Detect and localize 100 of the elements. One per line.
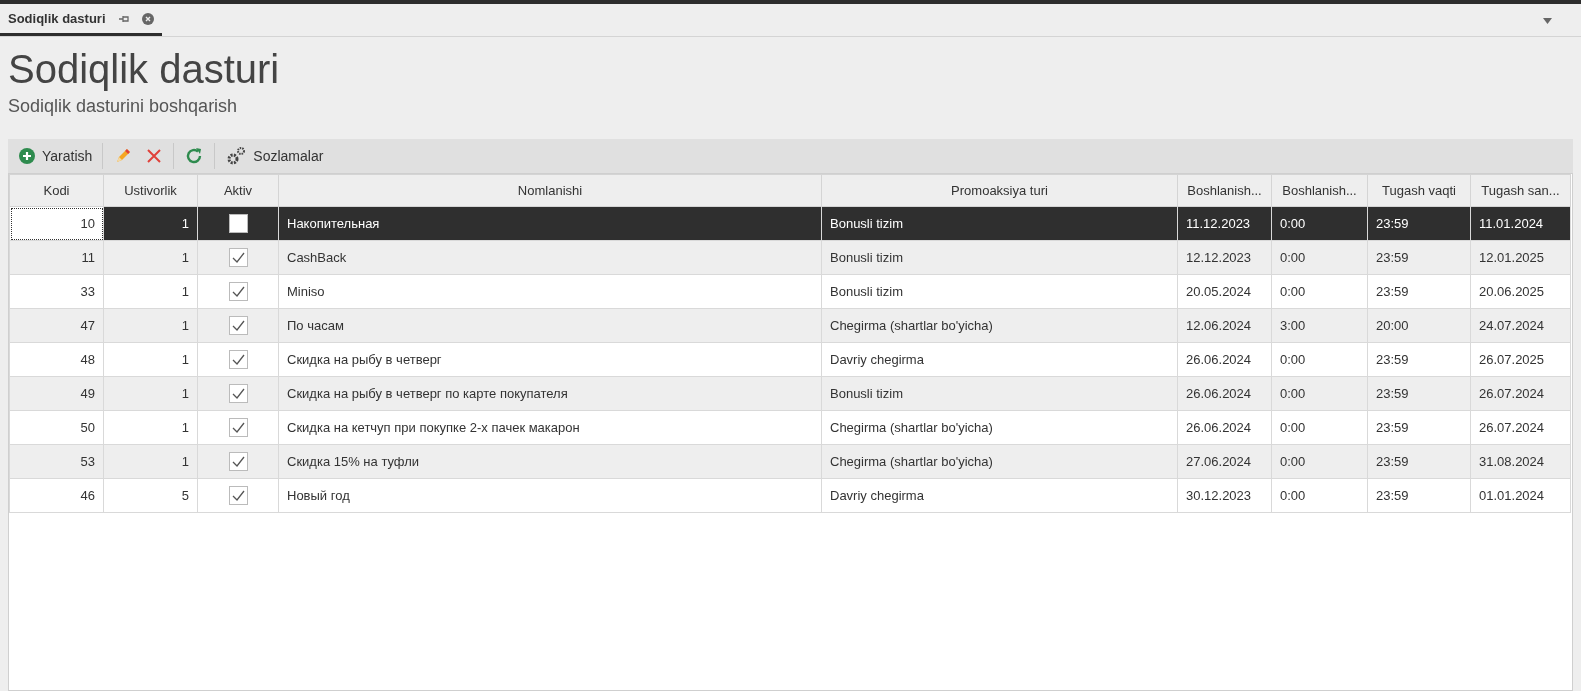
table-cell: 30.12.2023 [1177, 478, 1272, 513]
table-cell: 23:59 [1367, 274, 1471, 309]
table-cell: 31.08.2024 [1470, 444, 1571, 479]
table-cell: 33 [9, 274, 104, 309]
dropdown-caret-icon[interactable] [1543, 18, 1552, 24]
table-cell: Скидка 15% на туфли [278, 444, 822, 479]
table-cell: 11.01.2024 [1470, 206, 1571, 241]
checkbox[interactable] [228, 384, 248, 403]
checkbox[interactable] [228, 282, 248, 301]
gears-icon [225, 146, 248, 166]
table-cell: 26.07.2025 [1470, 342, 1571, 377]
table-cell: 26.07.2024 [1470, 376, 1571, 411]
table-cell: 46 [9, 478, 104, 513]
table-cell: Скидка на кетчуп при покупке 2-х пачек макарон [278, 410, 822, 445]
table-row[interactable]: 11 1 CashBack Bonusli tizim 12.12.2023 0:00 23:59 12.01.2025 [9, 240, 1571, 275]
table-cell: Bonusli tizim [821, 206, 1178, 241]
column-header[interactable]: Nomlanishi [278, 174, 822, 207]
plus-circle-icon [18, 147, 36, 165]
column-header[interactable]: Boshlanish... [1271, 174, 1368, 207]
table-cell: Bonusli tizim [821, 240, 1178, 275]
table-cell: 3:00 [1271, 308, 1368, 343]
table-row[interactable]: 49 1 Скидка на рыбу в четверг по карте покупателя Bonusli tizim 26.06.2024 0:00 23:59 26.07.2024 [9, 376, 1571, 411]
table-cell: 5 [103, 478, 198, 513]
table-cell: 23:59 [1367, 444, 1471, 479]
table-cell: 50 [9, 410, 104, 445]
table-cell: 11.12.2023 [1177, 206, 1272, 241]
table-cell: 48 [9, 342, 104, 377]
document-tab[interactable]: Sodiqlik dasturi [0, 4, 162, 36]
table-cell: 0:00 [1271, 376, 1368, 411]
table-cell: 1 [103, 342, 198, 377]
table-cell: 0:00 [1271, 240, 1368, 275]
table-cell: Bonusli tizim [821, 274, 1178, 309]
column-header[interactable]: Boshlanish... [1177, 174, 1272, 207]
table-cell: 20.05.2024 [1177, 274, 1272, 309]
table-cell: Скидка на рыбу в четверг по карте покупателя [278, 376, 822, 411]
table-cell: 0:00 [1271, 444, 1368, 479]
table-cell: 27.06.2024 [1177, 444, 1272, 479]
table-cell: По часам [278, 308, 822, 343]
table-cell: 1 [103, 274, 198, 309]
table-cell: 23:59 [1367, 478, 1471, 513]
table-cell: 01.01.2024 [1470, 478, 1571, 513]
page-subtitle: Sodiqlik dasturini boshqarish [8, 95, 239, 118]
column-header[interactable]: Tugash san... [1470, 174, 1571, 207]
table-row[interactable]: 46 5 Новый год Davriy chegirma 30.12.2023 0:00 23:59 01.01.2024 [9, 478, 1571, 513]
table-cell: 53 [9, 444, 104, 479]
table-cell: Chegirma (shartlar bo'yicha) [821, 410, 1178, 445]
table-cell: Chegirma (shartlar bo'yicha) [821, 444, 1178, 479]
checkbox[interactable] [228, 418, 248, 437]
table-cell: 47 [9, 308, 104, 343]
checkbox[interactable] [228, 452, 248, 471]
table-cell: Bonusli tizim [821, 376, 1178, 411]
checkbox[interactable] [228, 214, 248, 233]
table-cell: 20:00 [1367, 308, 1471, 343]
page-title: Sodiqlik dasturi [8, 46, 281, 93]
table-cell: 0:00 [1271, 410, 1368, 445]
table-cell: 1 [103, 444, 198, 479]
column-header[interactable]: Tugash vaqti [1367, 174, 1471, 207]
checkbox[interactable] [228, 248, 248, 267]
table-cell: 0:00 [1271, 342, 1368, 377]
checkbox[interactable] [228, 350, 248, 369]
table-cell: 20.06.2025 [1470, 274, 1571, 309]
table-cell: 26.07.2024 [1470, 410, 1571, 445]
table-cell: 0:00 [1271, 478, 1368, 513]
table-row[interactable]: 53 1 Скидка 15% на туфли Chegirma (shartlar bo'yicha) 27.06.2024 0:00 23:59 31.08.2024 [9, 444, 1571, 479]
table-cell: 23:59 [1367, 342, 1471, 377]
column-header[interactable]: Promoaksiya turi [821, 174, 1178, 207]
table-cell: 24.07.2024 [1470, 308, 1571, 343]
checkbox[interactable] [228, 486, 248, 505]
table-cell: 49 [9, 376, 104, 411]
table-cell: Новый год [278, 478, 822, 513]
table-cell: Скидка на рыбу в четверг [278, 342, 822, 377]
table-cell: 1 [103, 206, 198, 241]
column-header[interactable]: Aktiv [197, 174, 279, 207]
table-row[interactable]: 33 1 Miniso Bonusli tizim 20.05.2024 0:00 23:59 20.06.2025 [9, 274, 1571, 309]
table-cell: 0:00 [1271, 274, 1368, 309]
table-row[interactable]: 50 1 Скидка на кетчуп при покупке 2-х пачек макарон Chegirma (shartlar bo'yicha) 26.06.2024 0:00 23:59 26.07.2024 [9, 410, 1571, 445]
table-row[interactable]: 47 1 По часам Chegirma (shartlar bo'yicha) 12.06.2024 3:00 20:00 24.07.2024 [9, 308, 1571, 343]
column-header[interactable]: Ustivorlik [103, 174, 198, 207]
table-cell: Davriy chegirma [821, 342, 1178, 377]
table-cell: 23:59 [1367, 206, 1471, 241]
close-icon [145, 147, 164, 165]
column-header[interactable]: Kodi [9, 174, 104, 207]
checkbox[interactable] [228, 316, 248, 335]
table-cell: 23:59 [1367, 376, 1471, 411]
table-cell: 10 [9, 206, 104, 241]
table-cell: 1 [103, 376, 198, 411]
table-cell: 12.01.2025 [1470, 240, 1571, 275]
create-button[interactable]: Yaratish [12, 142, 99, 170]
table-cell: 26.06.2024 [1177, 410, 1272, 445]
table-row[interactable]: 48 1 Скидка на рыбу в четверг Davriy chegirma 26.06.2024 0:00 23:59 26.07.2025 [9, 342, 1571, 377]
table-cell: Davriy chegirma [821, 478, 1178, 513]
table-cell: CashBack [278, 240, 822, 275]
table-row[interactable]: 10 1 Накопительная Bonusli tizim 11.12.2023 0:00 23:59 11.01.2024 [9, 206, 1571, 241]
table-cell: Chegirma (shartlar bo'yicha) [821, 308, 1178, 343]
pin-icon[interactable] [117, 13, 130, 24]
table-cell: 1 [103, 308, 198, 343]
table-cell: 0:00 [1271, 206, 1368, 241]
close-icon[interactable] [141, 12, 154, 25]
settings-button[interactable]: Sozlamalar [219, 142, 330, 170]
table-cell: 26.06.2024 [1177, 376, 1272, 411]
